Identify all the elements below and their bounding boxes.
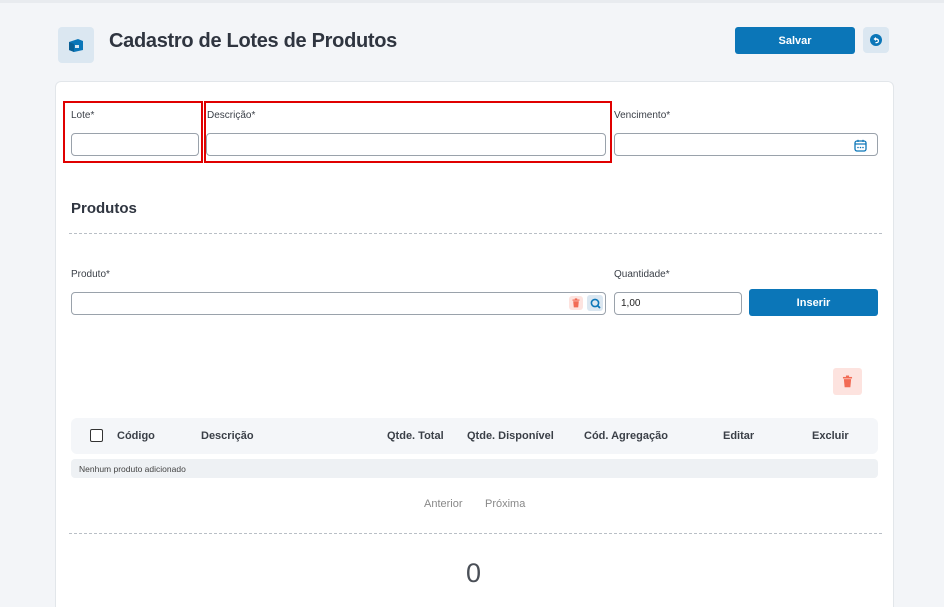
lote-highlight xyxy=(63,101,203,163)
undo-icon[interactable] xyxy=(863,27,889,53)
table-header: Código Descrição Qtde. Total Qtde. Dispo… xyxy=(71,418,878,454)
calendar-icon[interactable] xyxy=(853,138,867,152)
produtos-section-title: Produtos xyxy=(71,200,137,217)
total-count: 0 xyxy=(466,558,482,588)
divider xyxy=(69,533,882,534)
column-header[interactable]: Excluir xyxy=(812,430,849,442)
divider xyxy=(69,233,882,234)
trash-icon[interactable] xyxy=(569,296,583,310)
quantidade-input[interactable]: 1,00 xyxy=(614,292,742,315)
vencimento-input[interactable] xyxy=(614,133,878,156)
column-header[interactable]: Cód. Agregação xyxy=(584,430,668,442)
column-header[interactable]: Qtde. Total xyxy=(387,430,444,442)
box-icon xyxy=(58,27,94,63)
produto-input[interactable] xyxy=(71,292,606,315)
search-icon[interactable] xyxy=(587,295,603,311)
page-title: Cadastro de Lotes de Produtos xyxy=(109,30,398,52)
column-header[interactable]: Qtde. Disponível xyxy=(467,430,554,442)
select-all-checkbox[interactable] xyxy=(90,429,103,442)
insert-button[interactable]: Inserir xyxy=(749,289,878,316)
produto-label: Produto* xyxy=(71,269,110,280)
delete-selected-icon[interactable] xyxy=(833,368,862,395)
column-header[interactable]: Descrição xyxy=(201,430,254,442)
previous-page-link[interactable]: Anterior xyxy=(424,498,463,510)
top-border xyxy=(0,0,944,3)
next-page-link[interactable]: Próxima xyxy=(485,498,525,510)
column-header[interactable]: Editar xyxy=(723,430,754,442)
quantidade-label: Quantidade* xyxy=(614,269,670,280)
empty-table-message: Nenhum produto adicionado xyxy=(71,459,878,478)
column-header[interactable]: Código xyxy=(117,430,155,442)
descricao-highlight xyxy=(204,101,612,163)
vencimento-label: Vencimento* xyxy=(614,110,671,121)
save-button[interactable]: Salvar xyxy=(735,27,855,54)
